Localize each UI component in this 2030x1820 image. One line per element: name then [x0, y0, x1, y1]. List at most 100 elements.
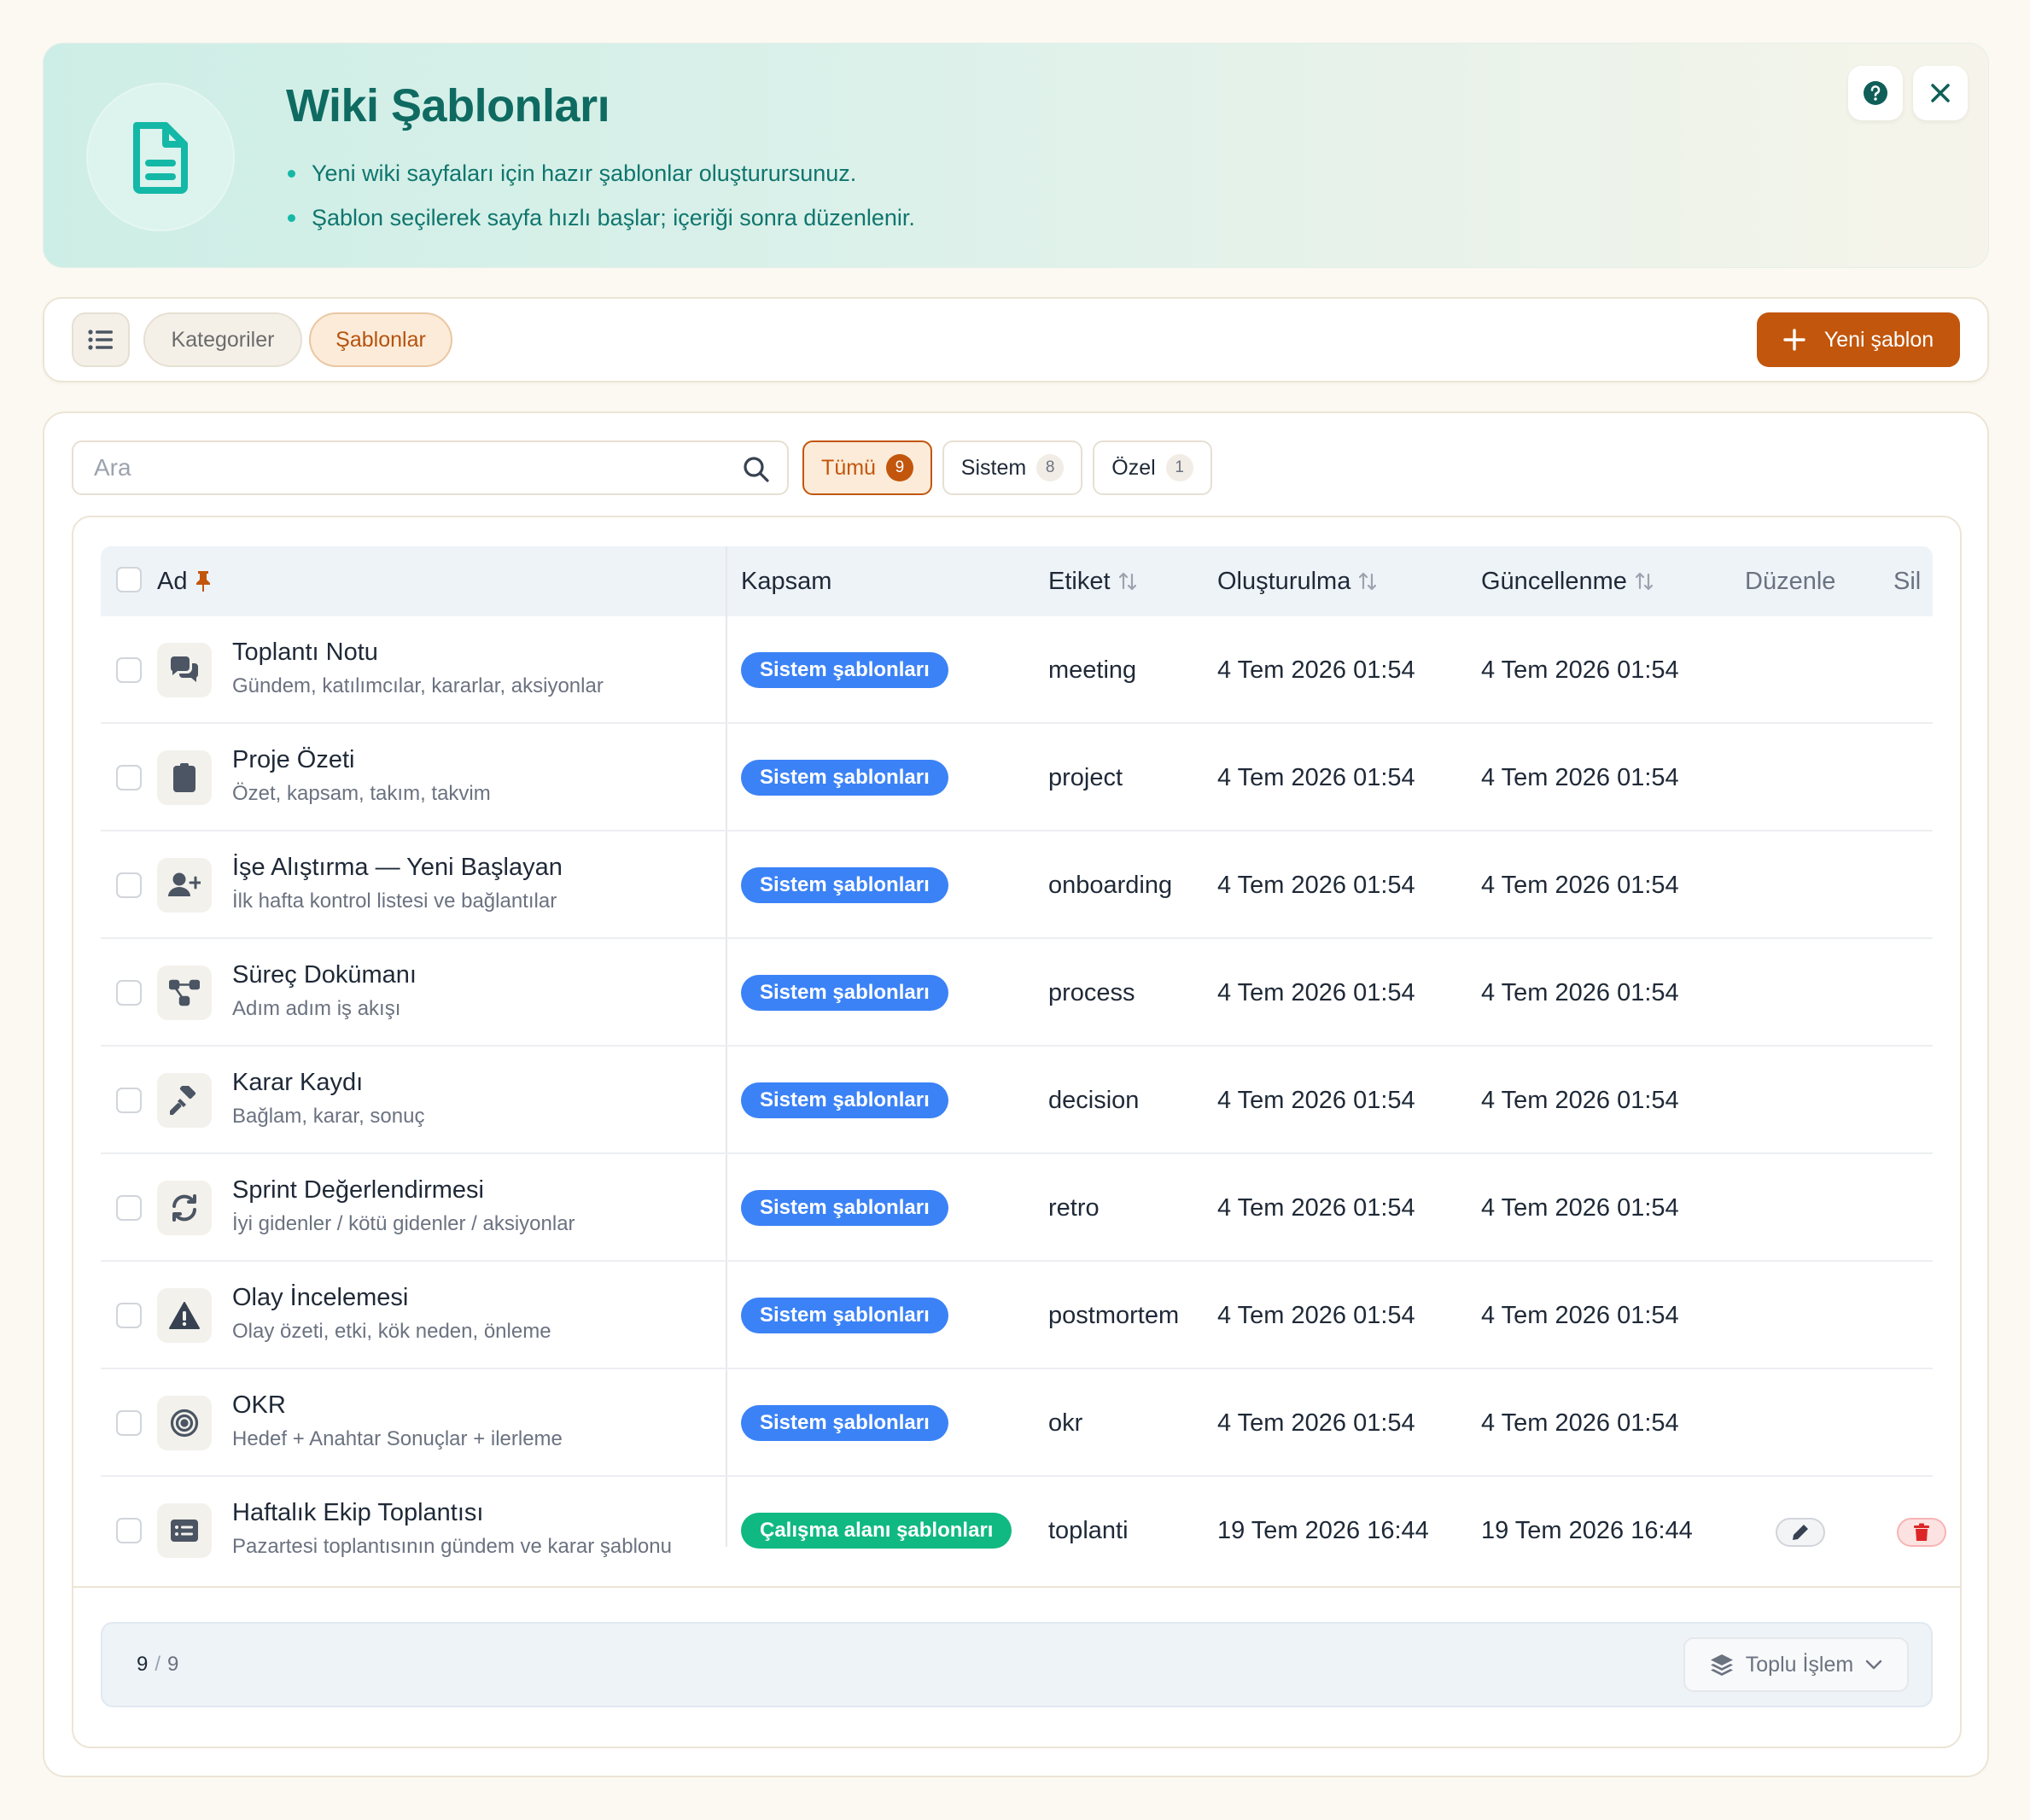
tag-cell: toplanti — [1048, 1517, 1129, 1544]
template-description: Hedef + Anahtar Sonuçlar + ilerleme — [232, 1427, 563, 1450]
filter-count: 9 — [885, 454, 913, 481]
table-row[interactable]: Süreç Dokümanı Adım adım iş akışı Sistem… — [101, 939, 1933, 1047]
help-button[interactable] — [1848, 66, 1903, 120]
column-tag[interactable]: Etiket — [1048, 546, 1136, 616]
filter-label: Sistem — [960, 455, 1027, 480]
tag-cell: okr — [1048, 1409, 1083, 1437]
tab-categories[interactable]: Kategoriler — [143, 312, 302, 367]
select-all-checkbox[interactable] — [116, 567, 142, 592]
card-list-icon — [157, 1503, 212, 1558]
table-row[interactable]: Karar Kaydı Bağlam, karar, sonuç Sistem … — [101, 1047, 1933, 1154]
toolbar: Kategoriler Şablonlar Yeni şablon — [43, 297, 1989, 382]
row-checkbox[interactable] — [116, 1195, 142, 1221]
updated-cell: 4 Tem 2026 01:54 — [1481, 1087, 1679, 1114]
bulk-actions-label: Toplu İşlem — [1745, 1652, 1854, 1677]
updated-cell: 4 Tem 2026 01:54 — [1481, 872, 1679, 899]
filter-all[interactable]: Tümü 9 — [802, 440, 932, 495]
updated-cell: 19 Tem 2026 16:44 — [1481, 1517, 1693, 1544]
row-checkbox[interactable] — [116, 765, 142, 790]
template-title: Haftalık Ekip Toplantısı — [232, 1499, 484, 1526]
scope-badge: Sistem şablonları — [741, 1298, 948, 1333]
filter-system[interactable]: Sistem 8 — [942, 440, 1082, 495]
tag-cell: onboarding — [1048, 872, 1173, 899]
table-header: Ad Kapsam Etiket Oluşturulma Güncellenme… — [101, 546, 1933, 616]
new-template-button[interactable]: Yeni şablon — [1757, 312, 1960, 367]
updated-cell: 4 Tem 2026 01:54 — [1481, 1302, 1679, 1329]
table-row[interactable]: İşe Alıştırma — Yeni Başlayan İlk hafta … — [101, 831, 1933, 939]
help-icon — [1864, 81, 1887, 105]
column-edit: Düzenle — [1745, 568, 1836, 595]
clipboard-icon — [157, 750, 212, 805]
table-row[interactable]: Sprint Değerlendirmesi İyi gidenler / kö… — [101, 1154, 1933, 1262]
created-cell: 4 Tem 2026 01:54 — [1217, 1302, 1415, 1329]
table-row[interactable]: Proje Özeti Özet, kapsam, takım, takvim … — [101, 724, 1933, 831]
tab-templates[interactable]: Şablonlar — [309, 312, 452, 367]
delete-button[interactable] — [1897, 1518, 1946, 1547]
updated-cell: 4 Tem 2026 01:54 — [1481, 979, 1679, 1006]
hero-bullet: Yeni wiki sayfaları için hazır şablonlar… — [286, 151, 915, 195]
row-checkbox[interactable] — [116, 1518, 142, 1543]
pin-icon — [196, 571, 211, 592]
template-description: Gündem, katılımcılar, kararlar, aksiyonl… — [232, 674, 604, 697]
row-checkbox[interactable] — [116, 657, 142, 683]
sort-icon — [1359, 572, 1377, 591]
row-checkbox[interactable] — [116, 872, 142, 898]
footer-divider — [73, 1586, 1960, 1588]
table-row[interactable]: Haftalık Ekip Toplantısı Pazartesi topla… — [101, 1477, 1946, 1584]
scope-badge: Sistem şablonları — [741, 1190, 948, 1226]
filter-count: 8 — [1036, 454, 1065, 481]
template-title: Proje Özeti — [232, 746, 355, 773]
row-checkbox[interactable] — [116, 1410, 142, 1436]
close-button[interactable] — [1913, 66, 1968, 120]
column-created[interactable]: Oluşturulma — [1217, 546, 1377, 616]
table-row[interactable]: Toplantı Notu Gündem, katılımcılar, kara… — [101, 616, 1933, 724]
template-title: Toplantı Notu — [232, 639, 378, 666]
scope-badge: Sistem şablonları — [741, 1082, 948, 1118]
row-checkbox[interactable] — [116, 980, 142, 1006]
hero-bullet: Şablon seçilerek sayfa hızlı başlar; içe… — [286, 195, 915, 240]
flow-diagram-icon — [157, 965, 212, 1020]
search-box — [72, 440, 789, 495]
sort-icon — [1635, 572, 1653, 591]
target-icon — [157, 1396, 212, 1450]
template-description: Adım adım iş akışı — [232, 997, 401, 1020]
search-icon — [744, 457, 769, 482]
new-template-label: Yeni şablon — [1823, 327, 1934, 352]
search-input[interactable] — [73, 442, 787, 493]
table-row[interactable]: Olay İncelemesi Olay özeti, etki, kök ne… — [101, 1262, 1933, 1369]
row-checkbox[interactable] — [116, 1303, 142, 1328]
gavel-icon — [157, 1073, 212, 1128]
template-description: Olay özeti, etki, kök neden, önleme — [232, 1320, 551, 1343]
filter-custom[interactable]: Özel 1 — [1093, 440, 1212, 495]
created-cell: 4 Tem 2026 01:54 — [1217, 1409, 1415, 1437]
sort-icon — [1118, 572, 1136, 591]
close-icon — [1931, 84, 1950, 102]
hero-bullets: Yeni wiki sayfaları için hazır şablonlar… — [286, 151, 915, 240]
scope-badge: Sistem şablonları — [741, 760, 948, 796]
row-checkbox[interactable] — [116, 1088, 142, 1113]
tag-cell: retro — [1048, 1194, 1100, 1222]
edit-button[interactable] — [1776, 1518, 1825, 1547]
hero-banner: Wiki Şablonları Yeni wiki sayfaları için… — [43, 43, 1989, 268]
column-updated[interactable]: Güncellenme — [1481, 546, 1653, 616]
table-row[interactable]: OKR Hedef + Anahtar Sonuçlar + ilerleme … — [101, 1369, 1933, 1477]
refresh-icon — [157, 1181, 212, 1235]
pencil-icon — [1793, 1525, 1808, 1540]
template-description: Pazartesi toplantısının gündem ve karar … — [232, 1535, 672, 1558]
tag-cell: process — [1048, 979, 1135, 1006]
list-view-button[interactable] — [72, 312, 130, 367]
scope-badge: Sistem şablonları — [741, 867, 948, 903]
column-delete: Sil — [1893, 568, 1922, 595]
updated-cell: 4 Tem 2026 01:54 — [1481, 656, 1679, 684]
created-cell: 4 Tem 2026 01:54 — [1217, 764, 1415, 791]
scope-badge: Sistem şablonları — [741, 975, 948, 1011]
template-description: İlk hafta kontrol listesi ve bağlantılar — [232, 890, 557, 913]
user-plus-icon — [157, 858, 212, 913]
template-title: Karar Kaydı — [232, 1069, 364, 1096]
bulk-actions-dropdown[interactable]: Toplu İşlem — [1683, 1637, 1909, 1692]
filter-label: Tümü — [821, 455, 876, 480]
created-cell: 4 Tem 2026 01:54 — [1217, 872, 1415, 899]
shown-count: 9 — [137, 1653, 149, 1676]
template-title: Süreç Dokümanı — [232, 961, 417, 989]
column-name[interactable]: Ad — [157, 546, 211, 616]
